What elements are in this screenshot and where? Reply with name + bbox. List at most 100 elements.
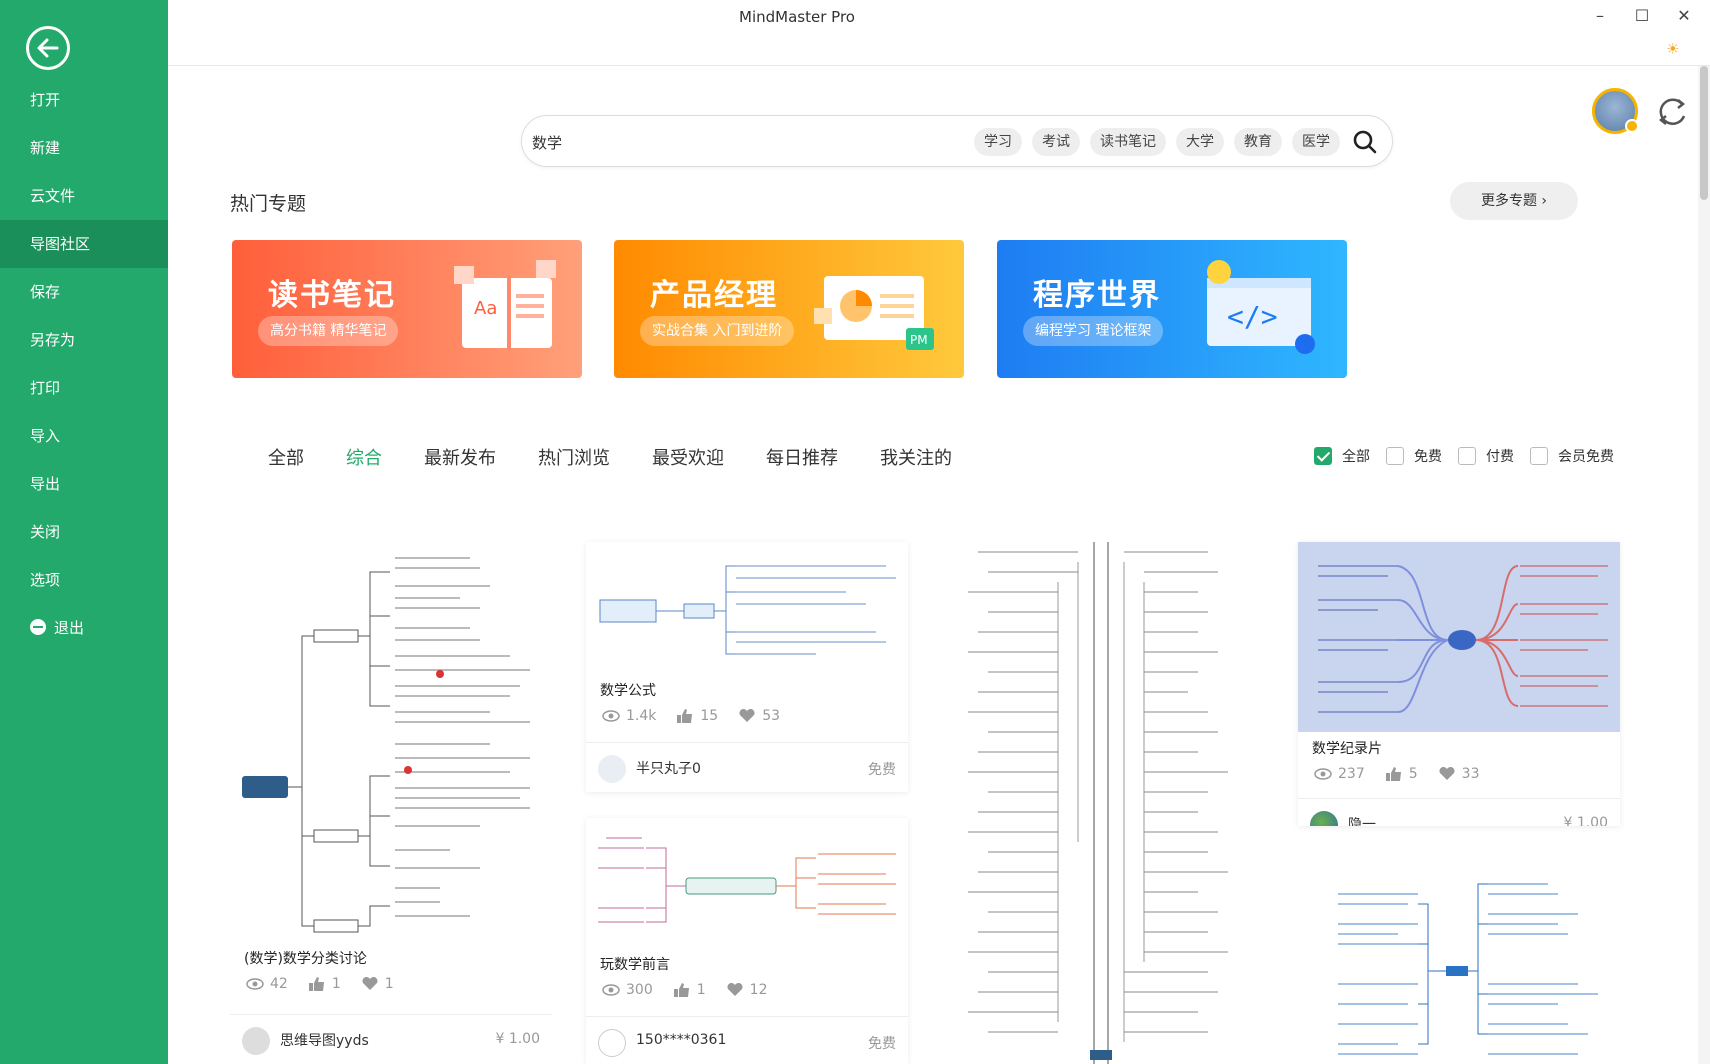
banner-subtitle: 高分书籍 精华笔记 bbox=[258, 316, 399, 346]
filter-all-checkbox[interactable] bbox=[1314, 447, 1332, 465]
topic-banner[interactable]: 读书笔记 高分书籍 精华笔记 Aa bbox=[232, 240, 582, 378]
scrollbar-thumb[interactable] bbox=[1700, 66, 1708, 200]
price-filters: 全部 免费 付费 会员免费 bbox=[1314, 446, 1630, 466]
filter-member-free-checkbox[interactable] bbox=[1530, 447, 1548, 465]
filter-label: 免费 bbox=[1414, 449, 1442, 465]
author-avatar[interactable] bbox=[598, 755, 626, 783]
thumbs-up-icon bbox=[308, 977, 324, 991]
card-title: 数学纪录片 bbox=[1312, 741, 1382, 757]
card-title: 玩数学前言 bbox=[600, 957, 670, 973]
svg-text:</>: </> bbox=[1227, 300, 1278, 333]
mindmap-card[interactable]: 数学公式 1.4k 15 53 半只丸子0 免费 bbox=[586, 542, 908, 792]
mindmap-thumbnail bbox=[948, 542, 1270, 1064]
refresh-icon[interactable] bbox=[1652, 92, 1692, 132]
sidebar-item-open[interactable]: 打开 bbox=[0, 76, 168, 124]
tab-popular[interactable]: 最受欢迎 bbox=[652, 444, 724, 470]
card-title: 数学公式 bbox=[600, 683, 656, 699]
views-count: 300 bbox=[626, 982, 653, 998]
card-stats: 42 1 1 bbox=[246, 976, 394, 992]
price-label: ¥ 1.00 bbox=[1563, 815, 1608, 826]
likes-count: 1 bbox=[696, 982, 706, 998]
topic-banner[interactable]: 程序世界 编程学习 理论框架 </> bbox=[997, 240, 1347, 378]
search-tag[interactable]: 大学 bbox=[1176, 128, 1224, 156]
sidebar-item-cloud-files[interactable]: 云文件 bbox=[0, 172, 168, 220]
card-title: (数学)数学分类讨论 bbox=[244, 951, 367, 967]
search-icon[interactable] bbox=[1352, 129, 1378, 155]
eye-icon bbox=[246, 978, 264, 990]
search-input[interactable] bbox=[532, 128, 912, 156]
sidebar-item-label: 新建 bbox=[30, 139, 61, 157]
banner-title: 程序世界 bbox=[1033, 278, 1161, 313]
mindmap-thumbnail bbox=[586, 542, 908, 672]
favorites-count: 53 bbox=[762, 708, 781, 724]
author-name[interactable]: 150****0361 bbox=[636, 1032, 726, 1048]
sidebar-item-close[interactable]: 关闭 bbox=[0, 508, 168, 556]
sidebar-item-community[interactable]: 导图社区 bbox=[0, 220, 168, 268]
sidebar-item-new[interactable]: 新建 bbox=[0, 124, 168, 172]
avatar[interactable] bbox=[1592, 88, 1639, 134]
author-avatar[interactable] bbox=[598, 1029, 626, 1057]
tab-following[interactable]: 我关注的 bbox=[880, 444, 952, 470]
tab-daily[interactable]: 每日推荐 bbox=[766, 444, 838, 470]
mindmap-card[interactable]: (数学)数学分类讨论 42 1 1 思维导图yyds ¥ 1.00 bbox=[230, 536, 552, 1064]
search-tag[interactable]: 读书笔记 bbox=[1090, 128, 1166, 156]
tab-comprehensive[interactable]: 综合 bbox=[346, 444, 382, 470]
heart-icon bbox=[727, 983, 743, 996]
banner-title: 产品经理 bbox=[650, 278, 778, 313]
search-tag[interactable]: 学习 bbox=[974, 128, 1022, 156]
sidebar-item-import[interactable]: 导入 bbox=[0, 412, 168, 460]
mindmap-card[interactable]: 玩数学前言 300 1 12 150****0361 免费 bbox=[586, 818, 908, 1064]
heart-icon bbox=[1439, 767, 1455, 780]
sidebar-item-label: 导入 bbox=[30, 427, 61, 445]
filter-label: 会员免费 bbox=[1558, 449, 1614, 465]
likes-count: 15 bbox=[700, 708, 719, 724]
sidebar-item-label: 保存 bbox=[30, 283, 61, 301]
sidebar-item-label: 打印 bbox=[30, 379, 61, 397]
card-footer: 半只丸子0 免费 bbox=[586, 742, 908, 792]
maximize-button[interactable]: ☐ bbox=[1632, 6, 1652, 25]
sidebar-item-label: 打开 bbox=[30, 91, 61, 109]
sidebar-item-save[interactable]: 保存 bbox=[0, 268, 168, 316]
sidebar-item-export[interactable]: 导出 bbox=[0, 460, 168, 508]
filter-label: 付费 bbox=[1486, 449, 1514, 465]
card-footer: 思维导图yyds ¥ 1.00 bbox=[230, 1014, 552, 1064]
topic-banner[interactable]: 产品经理 实战合集 入门到进阶 PM bbox=[614, 240, 964, 378]
thumbs-up-icon bbox=[1385, 767, 1401, 781]
card-stats: 300 1 12 bbox=[602, 982, 767, 998]
sidebar-item-print[interactable]: 打印 bbox=[0, 364, 168, 412]
sidebar-item-save-as[interactable]: 另存为 bbox=[0, 316, 168, 364]
close-button[interactable]: ✕ bbox=[1674, 6, 1694, 25]
mindmap-card[interactable] bbox=[948, 542, 1270, 1064]
search-tag[interactable]: 医学 bbox=[1292, 128, 1340, 156]
search-tags: 学习 考试 读书笔记 大学 教育 医学 bbox=[974, 128, 1340, 156]
author-avatar[interactable] bbox=[1310, 811, 1338, 826]
author-avatar[interactable] bbox=[242, 1027, 270, 1055]
search-tag[interactable]: 考试 bbox=[1032, 128, 1080, 156]
sidebar-item-exit[interactable]: 退出 bbox=[0, 604, 168, 652]
author-name[interactable]: 思维导图yyds bbox=[280, 1030, 369, 1050]
sun-icon[interactable]: ☀ bbox=[1666, 40, 1679, 58]
eye-icon bbox=[1314, 768, 1332, 780]
favorites-count: 33 bbox=[1461, 766, 1480, 782]
author-name[interactable]: 半只丸子0 bbox=[636, 758, 701, 778]
tab-all[interactable]: 全部 bbox=[268, 444, 304, 470]
tab-hot[interactable]: 热门浏览 bbox=[538, 444, 610, 470]
minimize-button[interactable]: – bbox=[1590, 6, 1610, 25]
filter-free-checkbox[interactable] bbox=[1386, 447, 1404, 465]
back-button[interactable] bbox=[26, 26, 70, 70]
likes-count: 1 bbox=[331, 976, 341, 992]
tab-latest[interactable]: 最新发布 bbox=[424, 444, 496, 470]
filter-paid-checkbox[interactable] bbox=[1458, 447, 1476, 465]
mindmap-card[interactable]: 数学纪录片 237 5 33 隐一 ¥ 1.00 bbox=[1298, 542, 1620, 826]
card-stats: 237 5 33 bbox=[1314, 766, 1479, 782]
scrollbar[interactable] bbox=[1698, 66, 1710, 1064]
category-tabs: 全部 综合 最新发布 热门浏览 最受欢迎 每日推荐 我关注的 bbox=[268, 444, 994, 470]
sidebar-item-options[interactable]: 选项 bbox=[0, 556, 168, 604]
presentation-illustration-icon: PM bbox=[814, 276, 934, 350]
search-tag[interactable]: 教育 bbox=[1234, 128, 1282, 156]
author-name[interactable]: 隐一 bbox=[1348, 814, 1376, 826]
title-bar: MindMaster Pro – ☐ ✕ ☀ bbox=[168, 0, 1710, 66]
more-topics-button[interactable]: 更多专题 › bbox=[1450, 182, 1578, 220]
book-illustration-icon: Aa bbox=[454, 260, 556, 348]
mindmap-card[interactable] bbox=[1298, 874, 1620, 1064]
